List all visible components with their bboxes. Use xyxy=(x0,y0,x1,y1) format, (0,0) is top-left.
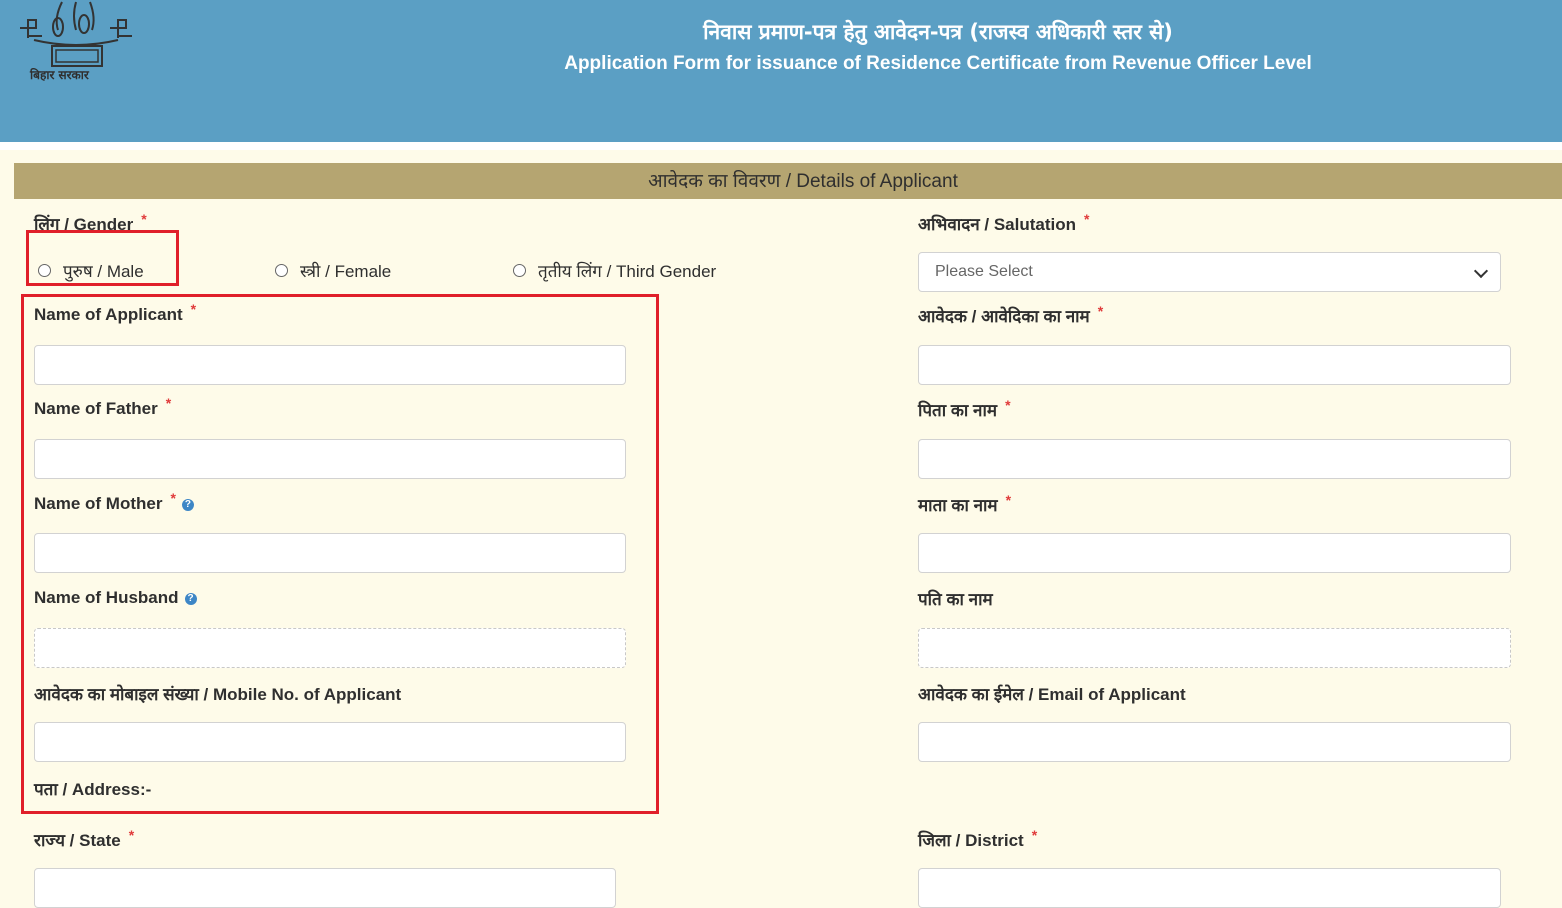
salutation-selected-value: Please Select xyxy=(935,263,1033,280)
required-mark: * xyxy=(141,211,147,227)
required-mark: * xyxy=(128,827,135,843)
gender-radio-third[interactable]: तृतीय लिंग / Third Gender xyxy=(513,259,716,282)
name-applicant-hindi-label-text: आवेदक / आवेदिका का नाम xyxy=(918,307,1090,326)
district-label-text: जिला / District xyxy=(918,831,1024,850)
required-mark: * xyxy=(1084,211,1090,227)
name-applicant-hindi-label: आवेदक / आवेदिका का नाम * xyxy=(918,303,1104,327)
required-mark: * xyxy=(1005,397,1011,413)
name-husband-hindi-input[interactable] xyxy=(918,628,1511,668)
required-mark: * xyxy=(1031,827,1038,843)
page-title-english: Application Form for issuance of Residen… xyxy=(564,53,1312,74)
name-applicant-hindi-input[interactable] xyxy=(918,345,1511,385)
name-mother-hindi-input[interactable] xyxy=(918,533,1511,573)
district-label: जिला / District * xyxy=(918,827,1038,851)
name-mother-hindi-label: माता का नाम * xyxy=(918,492,1012,516)
required-mark: * xyxy=(1097,303,1104,319)
state-select[interactable] xyxy=(34,868,616,908)
page-header: बिहार सरकार निवास प्रमाण-पत्र हेतु आवेदन… xyxy=(0,0,1562,142)
section-title-bar: आवेदक का विवरण / Details of Applicant xyxy=(14,163,1562,199)
name-father-hindi-input[interactable] xyxy=(918,439,1511,479)
header-divider xyxy=(0,142,1562,150)
radio-circle-icon[interactable] xyxy=(275,264,288,277)
highlight-box-applicant-fields xyxy=(21,294,659,814)
district-select[interactable] xyxy=(918,868,1501,908)
highlight-box-gender xyxy=(26,230,179,286)
name-father-hindi-label-text: पिता का नाम xyxy=(918,401,998,420)
salutation-label-text: अभिवादन / Salutation xyxy=(918,215,1076,234)
state-label-text: राज्य / State xyxy=(34,831,121,850)
chevron-down-icon xyxy=(1473,263,1489,279)
salutation-select[interactable]: Please Select xyxy=(918,252,1501,292)
state-label: राज्य / State * xyxy=(34,827,135,851)
required-mark: * xyxy=(1005,492,1012,508)
email-input[interactable] xyxy=(918,722,1511,762)
name-husband-hindi-label: पति का नाम xyxy=(918,590,993,609)
radio-circle-icon[interactable] xyxy=(513,264,526,277)
email-label: आवेदक का ईमेल / Email of Applicant xyxy=(918,685,1186,704)
name-mother-hindi-label-text: माता का नाम xyxy=(918,496,998,515)
gender-option-third-label: तृतीय लिंग / Third Gender xyxy=(538,262,717,281)
name-father-hindi-label: पिता का नाम * xyxy=(918,397,1011,421)
salutation-label: अभिवादन / Salutation * xyxy=(918,211,1090,235)
gender-option-female-label: स्त्री / Female xyxy=(300,262,392,281)
gender-radio-female[interactable]: स्त्री / Female xyxy=(275,259,391,282)
page-title-hindi: निवास प्रमाण-पत्र हेतु आवेदन-पत्र (राजस्… xyxy=(703,20,1173,44)
